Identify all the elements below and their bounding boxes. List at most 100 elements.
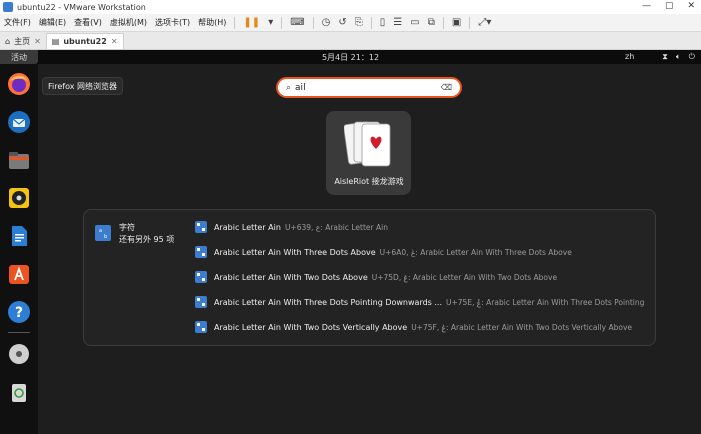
menu-edit[interactable]: 编辑(E): [35, 17, 70, 28]
character-icon: [195, 321, 207, 333]
snapshot-manager-icon[interactable]: ⎘: [351, 17, 367, 28]
tab-close-icon[interactable]: ✕: [34, 37, 41, 46]
vmware-app-icon: [3, 2, 13, 12]
result-row[interactable]: Arabic Letter Ain With Two Dots Above U+…: [195, 269, 647, 285]
pause-icon[interactable]: ❚❚: [239, 17, 264, 28]
snapshot-icon[interactable]: ◷: [318, 17, 335, 28]
trash-icon: [12, 384, 26, 402]
thunderbird-icon: [8, 111, 30, 133]
result-description: U+75F, ݟ: Arabic Letter Ain With Two Dot…: [411, 322, 633, 332]
app-center-icon: [9, 265, 29, 284]
result-row[interactable]: Arabic Letter Ain U+639, ع: Arabic Lette…: [195, 219, 647, 235]
character-icon: [195, 246, 207, 258]
volume-icon: 🔈︎: [675, 52, 681, 61]
window-title: ubuntu22 - VMware Workstation: [17, 2, 146, 12]
input-method-indicator[interactable]: zh: [625, 52, 634, 61]
vm-screen[interactable]: 活动 5月4日 21：12 zh ⧗ 🔈︎ ⏻ ? Firefox 网络浏览器 …: [0, 50, 701, 434]
unity-icon[interactable]: ⧉: [424, 17, 439, 28]
home-icon: ⌂: [5, 36, 11, 46]
result-description: U+75D, ݝ: Arabic Letter Ain With Two Dot…: [371, 272, 558, 282]
dock-item-rhythmbox[interactable]: [5, 184, 33, 212]
system-tray[interactable]: ⧗ 🔈︎ ⏻: [662, 52, 695, 62]
help-icon: ?: [8, 301, 30, 323]
result-row[interactable]: Arabic Letter Ain With Three Dots Above …: [195, 244, 647, 260]
menu-vm[interactable]: 虚拟机(M): [106, 17, 151, 28]
result-title: Arabic Letter Ain With Three Dots Above: [214, 247, 376, 257]
result-description: U+639, ع: Arabic Letter Ain: [284, 222, 388, 232]
search-results-characters: a b 字符 还有另外 95 项 Arabic Letter Ain U+639…: [83, 209, 656, 346]
send-keys-icon[interactable]: ⌨: [286, 17, 308, 28]
provider-more-count[interactable]: 还有另外 95 项: [119, 234, 174, 245]
characters-app-icon[interactable]: a b: [95, 225, 111, 241]
tab-close-icon[interactable]: ✕: [111, 37, 118, 46]
dock-item-trash[interactable]: [5, 378, 33, 406]
dock-item-dvd[interactable]: [5, 340, 33, 368]
files-icon: [9, 152, 29, 169]
dock-item-help[interactable]: ?: [5, 298, 33, 326]
menu-tabs[interactable]: 选项卡(T): [151, 17, 194, 28]
toolbar-divider: [281, 16, 283, 29]
terminal-icon[interactable]: ▣: [448, 17, 465, 28]
menu-view[interactable]: 查看(V): [70, 17, 106, 28]
toolbar-divider: [469, 16, 471, 29]
dock-item-firefox[interactable]: [5, 70, 33, 98]
dock-item-app-center[interactable]: [5, 260, 33, 288]
result-description: U+75E, ݞ: Arabic Letter Ain With Three D…: [446, 297, 647, 307]
menu-file[interactable]: 文件(F): [0, 17, 35, 28]
search-entry[interactable]: ⌕ ail ⌫: [276, 77, 462, 98]
dvd-icon: [9, 344, 29, 364]
power-icon: ⏻: [688, 52, 695, 61]
character-icon: [195, 271, 207, 283]
toolbar-divider: [370, 16, 372, 29]
dock-item-thunderbird[interactable]: [5, 108, 33, 136]
chevron-down-icon[interactable]: ▾: [264, 17, 277, 28]
character-icon: [195, 296, 207, 308]
window-controls: — ▢ ✕: [642, 1, 695, 11]
tab-home-label: 主页: [14, 36, 31, 46]
svg-text:?: ?: [15, 305, 23, 321]
toolbar-divider: [234, 16, 236, 29]
menubar: 文件(F) 编辑(E) 查看(V) 虚拟机(M) 选项卡(T) 帮助(H) ❚❚…: [0, 14, 701, 32]
search-icon: ⌕: [286, 82, 292, 93]
close-button[interactable]: ✕: [687, 1, 695, 11]
gnome-topbar: 活动 5月4日 21：12 zh ⧗ 🔈︎ ⏻: [0, 50, 701, 64]
dock-tooltip: Firefox 网络浏览器: [42, 77, 124, 95]
sidebar-toggle-icon[interactable]: ▯: [376, 17, 390, 28]
snapshot-restore-icon[interactable]: ↺: [334, 17, 350, 28]
result-title: Arabic Letter Ain With Two Dots Above: [214, 272, 368, 282]
minimize-button[interactable]: —: [642, 1, 651, 11]
svg-text:b: b: [104, 234, 107, 240]
result-title: Arabic Letter Ain With Three Dots Pointi…: [214, 297, 443, 307]
dock-separator: [8, 332, 30, 333]
provider-name: 字符: [119, 223, 135, 232]
vmware-titlebar: ubuntu22 - VMware Workstation — ▢ ✕: [0, 0, 701, 14]
thumbnail-icon[interactable]: ☰: [389, 17, 406, 28]
tab-home[interactable]: ⌂ 主页 ✕: [0, 33, 46, 49]
dock-item-files[interactable]: [5, 146, 33, 174]
clock[interactable]: 5月4日 21：12: [0, 52, 701, 63]
result-description: U+6A0, ڠ: Arabic Letter Ain With Three D…: [379, 247, 572, 257]
menu-help[interactable]: 帮助(H): [194, 17, 230, 28]
toolbar-divider: [442, 16, 444, 29]
firefox-icon: [8, 73, 30, 95]
dock: ?: [0, 64, 38, 434]
toolbar-divider: [312, 16, 314, 29]
console-view-icon[interactable]: ▭: [406, 17, 423, 28]
search-input[interactable]: ail: [295, 83, 441, 93]
clear-search-icon[interactable]: ⌫: [441, 83, 452, 92]
libreoffice-writer-icon: [12, 226, 27, 246]
result-title: Arabic Letter Ain With Two Dots Vertical…: [214, 322, 408, 332]
tab-ubuntu22[interactable]: ▤ ubuntu22 ✕: [45, 33, 124, 49]
result-row[interactable]: Arabic Letter Ain With Three Dots Pointi…: [195, 294, 647, 310]
tab-ubuntu22-label: ubuntu22: [63, 37, 107, 46]
result-row[interactable]: Arabic Letter Ain With Two Dots Vertical…: [195, 319, 647, 335]
maximize-button[interactable]: ▢: [665, 1, 674, 11]
dock-item-writer[interactable]: [5, 222, 33, 250]
character-icon: [195, 221, 207, 233]
vm-icon: ▤: [51, 37, 60, 46]
result-title: Arabic Letter Ain: [214, 222, 281, 232]
fullscreen-icon[interactable]: ⤢▾: [474, 17, 495, 28]
app-result-label: AisleRiot 接龙游戏: [334, 177, 404, 186]
tab-bar: ⌂ 主页 ✕ ▤ ubuntu22 ✕: [0, 32, 701, 50]
network-icon: ⧗: [662, 52, 668, 61]
